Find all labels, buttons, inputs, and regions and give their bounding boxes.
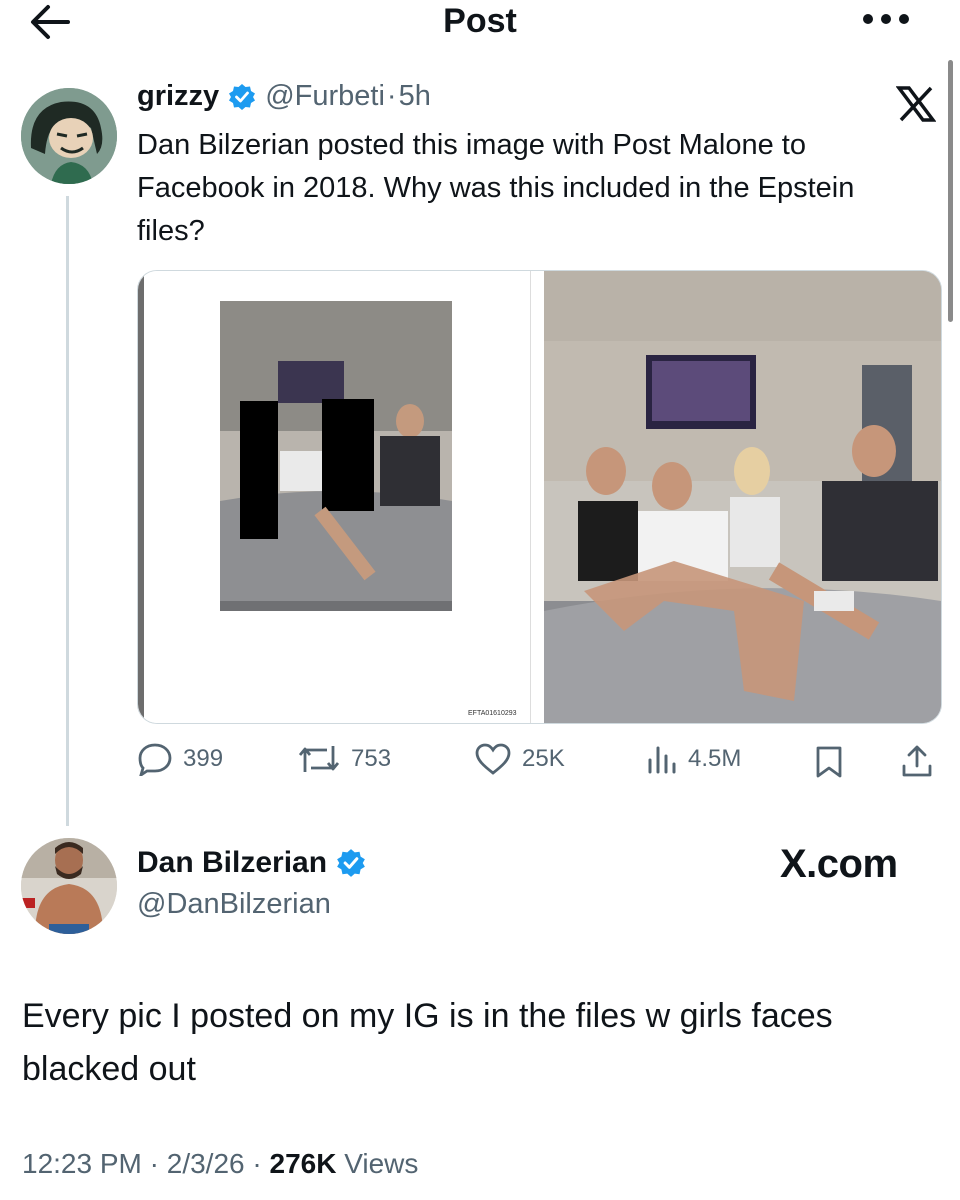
views-icon — [648, 746, 676, 774]
share-icon — [902, 745, 932, 777]
bookmark-icon — [816, 746, 842, 778]
author-name[interactable]: grizzy — [137, 80, 219, 113]
reply-count: 399 — [183, 745, 224, 772]
reply-icon — [138, 743, 172, 776]
post-time[interactable]: 5h — [399, 80, 431, 113]
post-time-stamp[interactable]: 12:23 PM — [22, 1148, 142, 1179]
views-button[interactable]: 4.5M — [646, 742, 741, 776]
avatar[interactable] — [21, 838, 117, 934]
repost-icon — [298, 746, 340, 772]
quoted-author-handle[interactable]: @DanBilzerian — [137, 888, 331, 921]
original-photo — [544, 271, 941, 723]
repost-count: 753 — [351, 745, 392, 772]
reply-button[interactable]: 399 — [137, 742, 223, 776]
more-icon — [863, 14, 909, 24]
like-count: 25K — [522, 745, 565, 772]
scrollbar[interactable] — [948, 60, 953, 322]
quoted-author-name[interactable]: Dan Bilzerian — [137, 846, 327, 880]
tweet-media[interactable]: EFTA01610293 — [137, 270, 942, 724]
author-handle[interactable]: @Furbeti — [265, 80, 385, 113]
views-total: 276K — [269, 1148, 337, 1179]
avatar-image — [21, 838, 117, 934]
like-icon — [475, 743, 511, 775]
post-date[interactable]: 2/3/26 — [167, 1148, 245, 1179]
document-page: EFTA01610293 — [138, 271, 531, 723]
like-button[interactable]: 25K — [474, 742, 565, 776]
verified-badge-icon — [337, 849, 365, 877]
x-logo-icon — [895, 86, 937, 122]
repost-button[interactable]: 753 — [297, 742, 391, 776]
quoted-text: Every pic I posted on my IG is in the fi… — [22, 997, 833, 1088]
brand-label: X.com — [780, 842, 898, 886]
meta-separator: · — [386, 80, 397, 112]
share-button[interactable] — [900, 744, 934, 783]
more-button[interactable] — [858, 6, 918, 36]
post-meta: 12:23 PM · 2/3/26 · 276K Views — [22, 1148, 419, 1179]
avatar-image — [21, 88, 117, 184]
bookmark-button[interactable] — [814, 746, 844, 783]
tweet-text: Dan Bilzerian posted this image with Pos… — [137, 129, 855, 247]
verified-badge-icon — [229, 83, 256, 110]
thread-line — [66, 196, 69, 826]
page-title: Post — [443, 2, 517, 40]
quoted-header: Dan Bilzerian — [137, 846, 367, 880]
tweet-header: grizzy @Furbeti · 5h — [137, 80, 431, 113]
avatar[interactable] — [21, 88, 117, 184]
document-id: EFTA01610293 — [468, 710, 517, 717]
views-count: 4.5M — [688, 745, 742, 772]
redacted-photo — [220, 301, 452, 611]
x-logo-button[interactable] — [895, 86, 940, 126]
views-label: Views — [344, 1148, 419, 1179]
